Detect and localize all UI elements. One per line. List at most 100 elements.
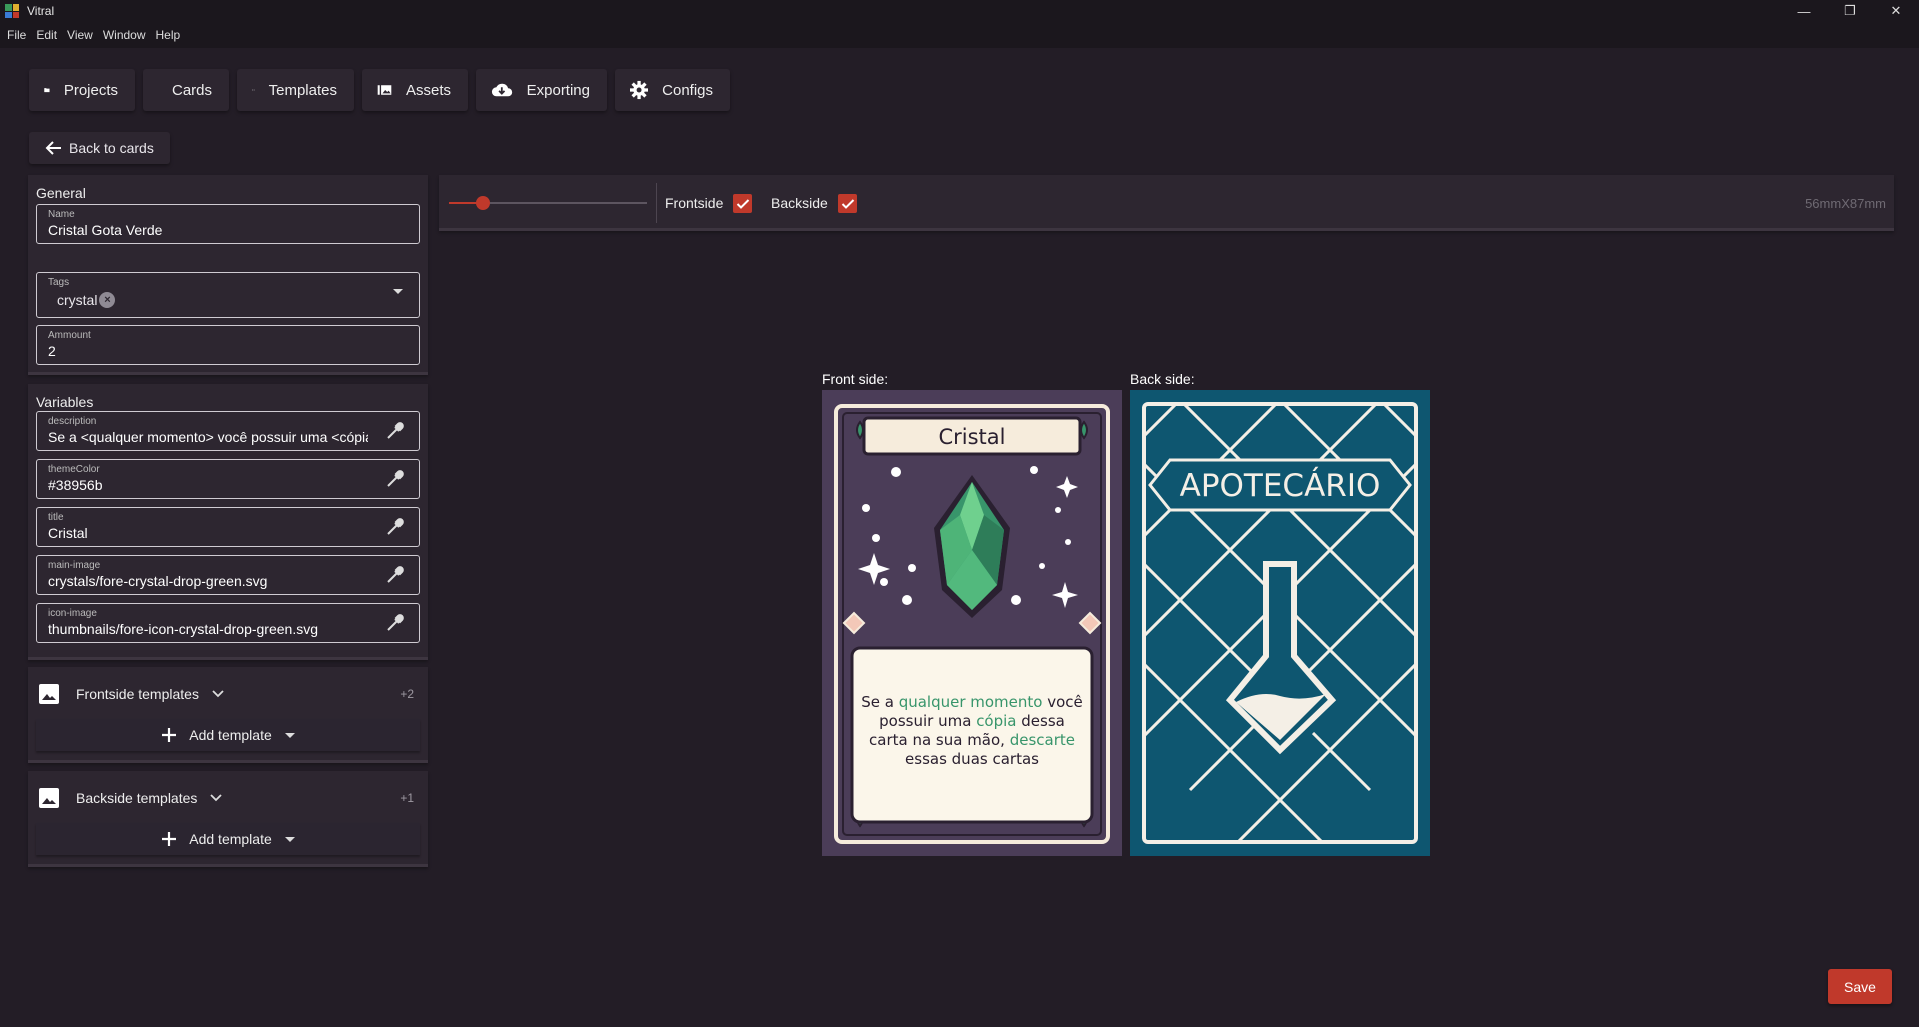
- variable-icon-image-field[interactable]: icon-image thumbnails/fore-icon-crystal-…: [36, 603, 420, 643]
- variable-label: themeColor: [48, 464, 100, 475]
- variable-label: icon-image: [48, 608, 97, 619]
- menu-file[interactable]: File: [2, 28, 31, 42]
- name-field[interactable]: Name Cristal Gota Verde: [36, 204, 420, 244]
- frontside-checkbox[interactable]: [733, 194, 752, 213]
- maximize-button[interactable]: ❐: [1827, 0, 1873, 22]
- general-panel: General Name Cristal Gota Verde Tags cry…: [28, 175, 428, 375]
- nav-cards-button[interactable]: Cards: [143, 69, 229, 111]
- name-value: Cristal Gota Verde: [48, 222, 163, 238]
- frontside-templates-panel: Frontside templates +2 Add template: [28, 667, 428, 763]
- nav-projects-button[interactable]: Projects: [29, 69, 135, 111]
- logo-tile: [5, 4, 12, 11]
- main-nav: Projects Cards Templates Assets Exportin…: [29, 69, 730, 111]
- toolbar-divider: [656, 183, 657, 223]
- back-to-cards-button[interactable]: Back to cards: [29, 132, 170, 164]
- variable-value: Cristal: [48, 525, 88, 541]
- caret-down-icon[interactable]: [284, 732, 295, 738]
- nav-templates-label: Templates: [268, 81, 337, 99]
- back-card-title: APOTECÁRIO: [1180, 468, 1381, 504]
- variable-themecolor-field[interactable]: themeColor #38956b: [36, 459, 420, 499]
- nav-assets-label: Assets: [405, 81, 451, 99]
- cloud-download-icon: [491, 83, 513, 97]
- window-title: Vitral: [27, 4, 55, 18]
- backside-checkbox[interactable]: [838, 194, 857, 213]
- back-label: Back to cards: [69, 140, 154, 156]
- nav-exporting-label: Exporting: [526, 81, 590, 99]
- backside-templates-label: Backside templates: [76, 790, 198, 806]
- gear-icon: [630, 80, 649, 100]
- variable-main-image-field[interactable]: main-image crystals/fore-crystal-drop-gr…: [36, 555, 420, 595]
- variable-label: title: [48, 512, 64, 523]
- color-picker-icon[interactable]: [385, 565, 405, 585]
- tags-dropdown-icon[interactable]: [393, 289, 403, 294]
- color-picker-icon[interactable]: [385, 517, 405, 537]
- backside-templates-panel: Backside templates +1 Add template: [28, 771, 428, 867]
- nav-configs-label: Configs: [662, 81, 713, 99]
- remove-tag-icon[interactable]: ×: [99, 292, 116, 308]
- backside-label: Backside: [771, 195, 828, 211]
- plus-icon: [162, 728, 177, 742]
- minimize-button[interactable]: —: [1781, 0, 1827, 22]
- color-picker-icon[interactable]: [385, 469, 405, 489]
- menu-window[interactable]: Window: [98, 28, 151, 42]
- tags-label: Tags: [48, 277, 70, 288]
- frontside-templates-header[interactable]: Frontside templates: [38, 683, 225, 705]
- front-card-preview: Cristal Se a qualquer momento você possui…: [822, 390, 1122, 856]
- front-side-label: Front side:: [822, 371, 889, 387]
- save-button[interactable]: Save: [1828, 969, 1892, 1004]
- preview-toolbar: Frontside Backside 56mmX87mm: [439, 175, 1894, 231]
- check-icon: [736, 198, 749, 209]
- nav-configs-button[interactable]: Configs: [615, 69, 730, 111]
- menu-bar: File Edit View Window Help: [0, 22, 1919, 48]
- add-frontside-template-button[interactable]: Add template: [36, 719, 420, 751]
- description-text: essas duas cartas: [905, 750, 1039, 768]
- frontside-label: Frontside: [665, 195, 724, 211]
- title-bar: Vitral — ❐ ✕: [0, 0, 1919, 22]
- variables-panel: Variables description Se a <qualquer mom…: [28, 384, 428, 660]
- menu-help[interactable]: Help: [151, 28, 186, 42]
- chevron-down-icon[interactable]: [211, 689, 225, 699]
- nav-exporting-button[interactable]: Exporting: [476, 69, 607, 111]
- caret-down-icon[interactable]: [284, 836, 295, 842]
- backside-templates-count: +1: [400, 791, 414, 805]
- close-button[interactable]: ✕: [1873, 0, 1919, 22]
- ammount-label: Ammount: [48, 330, 91, 341]
- photo-library-icon: [377, 85, 392, 95]
- variable-description-field[interactable]: description Se a <qualquer momento> você…: [36, 411, 420, 451]
- variable-title-field[interactable]: title Cristal: [36, 507, 420, 547]
- backside-templates-header[interactable]: Backside templates: [38, 787, 223, 809]
- variable-value: Se a <qualquer momento> você possuir uma…: [48, 429, 368, 445]
- chevron-down-icon[interactable]: [209, 793, 223, 803]
- tag-chip-label: crystal: [57, 292, 98, 308]
- code-icon: [252, 89, 255, 91]
- nav-templates-button[interactable]: Templates: [237, 69, 354, 111]
- nav-cards-label: Cards: [172, 81, 213, 99]
- logo-tile: [5, 11, 12, 18]
- add-template-label: Add template: [189, 727, 272, 743]
- nav-assets-button[interactable]: Assets: [362, 69, 468, 111]
- color-picker-icon[interactable]: [385, 613, 405, 633]
- variable-label: description: [48, 416, 97, 427]
- highlighted-word: cópia: [976, 712, 1016, 730]
- zoom-slider-thumb[interactable]: [475, 196, 490, 210]
- add-template-label: Add template: [189, 831, 272, 847]
- ammount-field[interactable]: Ammount 2: [36, 325, 420, 365]
- general-heading: General: [36, 185, 86, 201]
- logo-tile: [12, 11, 19, 18]
- corner-gem-icon: [856, 420, 864, 440]
- variable-value: crystals/fore-crystal-drop-green.svg: [48, 573, 268, 589]
- variables-heading: Variables: [36, 394, 94, 410]
- arrow-left-icon: [45, 141, 61, 155]
- name-label: Name: [48, 209, 75, 220]
- menu-view[interactable]: View: [62, 28, 98, 42]
- frontside-templates-count: +2: [400, 687, 414, 701]
- description-text: Se a: [861, 693, 898, 711]
- menu-edit[interactable]: Edit: [31, 28, 62, 42]
- description-text: possuir uma: [879, 712, 976, 730]
- color-picker-icon[interactable]: [385, 421, 405, 441]
- folder-icon: [44, 88, 50, 93]
- highlighted-word: qualquer momento: [899, 693, 1043, 711]
- add-backside-template-button[interactable]: Add template: [36, 823, 420, 855]
- variable-label: main-image: [48, 560, 101, 571]
- tags-field[interactable]: Tags crystal ×: [36, 272, 420, 318]
